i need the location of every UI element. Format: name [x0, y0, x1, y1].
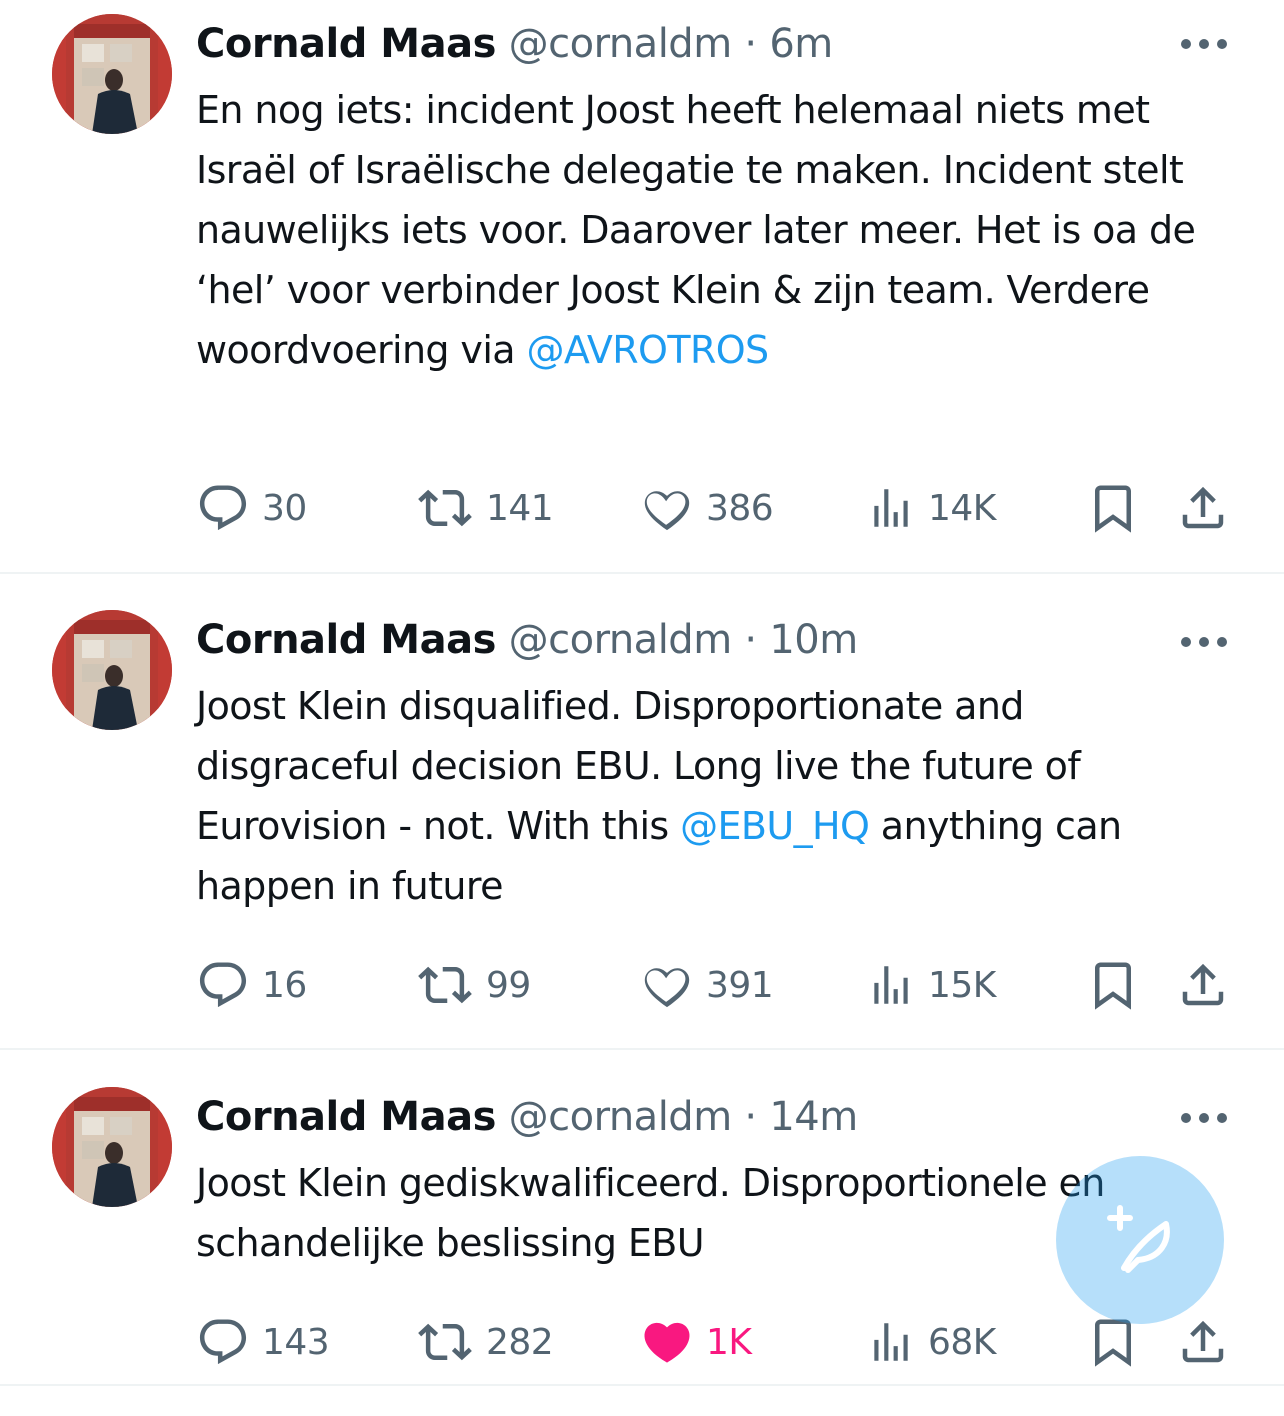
tweet-text: En nog iets: incident Joost heeft helema…: [196, 80, 1236, 380]
compose-post-icon: [1107, 1205, 1170, 1273]
separator: ·: [744, 617, 757, 663]
repost-button[interactable]: 99: [416, 955, 531, 1015]
mention-link[interactable]: @AVROTROS: [526, 328, 769, 372]
more-horizontal-icon[interactable]: [1176, 34, 1232, 54]
like-count: 386: [706, 487, 774, 529]
views-icon: [874, 1323, 908, 1361]
text-segment: Joost Klein gediskwalificeerd. Dispropor…: [196, 1161, 1105, 1265]
views-count: 68K: [928, 1321, 996, 1363]
heart-icon: [644, 968, 690, 1008]
author-name[interactable]: Cornald Maas: [196, 1094, 496, 1140]
bookmark-icon[interactable]: [1086, 955, 1140, 1015]
repost-icon: [418, 966, 472, 1004]
repost-count: 99: [486, 964, 531, 1006]
author-handle[interactable]: @cornaldm: [509, 21, 733, 67]
repost-icon: [418, 1323, 472, 1361]
timestamp[interactable]: 6m: [769, 21, 833, 67]
views-icon: [874, 966, 908, 1004]
author-handle[interactable]: @cornaldm: [509, 1094, 733, 1140]
repost-button[interactable]: 282: [416, 1312, 554, 1372]
tweet-header: Cornald Maas @cornaldm · 14m: [196, 1089, 858, 1145]
more-horizontal-icon[interactable]: [1176, 1108, 1232, 1128]
tweet-text: Joost Klein disqualified. Disproportiona…: [196, 676, 1236, 916]
reply-count: 30: [262, 487, 307, 529]
divider: [0, 572, 1284, 574]
author-handle[interactable]: @cornaldm: [509, 617, 733, 663]
tweet-actions: 30 141 386 14K: [0, 478, 1284, 538]
tweet-header: Cornald Maas @cornaldm · 6m: [196, 16, 833, 72]
share-icon[interactable]: [1176, 955, 1230, 1015]
more-horizontal-icon[interactable]: [1176, 632, 1232, 652]
compose-post-button[interactable]: [1056, 1156, 1224, 1324]
views-count: 15K: [928, 964, 996, 1006]
like-count: 391: [706, 964, 774, 1006]
separator: ·: [744, 21, 757, 67]
heart-icon: [644, 491, 690, 531]
like-count: 1K: [706, 1321, 752, 1363]
reply-button[interactable]: 143: [196, 1312, 330, 1372]
views-button[interactable]: 14K: [866, 478, 996, 538]
reply-icon: [199, 962, 247, 1008]
tweet-actions: 16 99 391 15K: [0, 955, 1284, 1015]
reply-count: 143: [262, 1321, 330, 1363]
bookmark-icon[interactable]: [1086, 478, 1140, 538]
author-name[interactable]: Cornald Maas: [196, 21, 496, 67]
separator: ·: [744, 1094, 757, 1140]
like-button[interactable]: 391: [640, 955, 774, 1015]
reply-icon: [199, 1319, 247, 1365]
author-name[interactable]: Cornald Maas: [196, 617, 496, 663]
reply-button[interactable]: 16: [196, 955, 307, 1015]
avatar[interactable]: [52, 14, 172, 134]
avatar[interactable]: [52, 610, 172, 730]
mention-link[interactable]: @EBU_HQ: [680, 804, 870, 848]
avatar[interactable]: [52, 1087, 172, 1207]
repost-count: 282: [486, 1321, 554, 1363]
views-icon: [874, 489, 908, 527]
views-button[interactable]: 68K: [866, 1312, 996, 1372]
repost-count: 141: [486, 487, 554, 529]
reply-count: 16: [262, 964, 307, 1006]
reply-button[interactable]: 30: [196, 478, 307, 538]
repost-button[interactable]: 141: [416, 478, 554, 538]
timestamp[interactable]: 10m: [769, 617, 858, 663]
divider: [0, 1384, 1284, 1386]
reply-icon: [199, 485, 247, 531]
like-button[interactable]: 386: [640, 478, 774, 538]
share-icon[interactable]: [1176, 478, 1230, 538]
timestamp[interactable]: 14m: [769, 1094, 858, 1140]
heart-icon: [644, 1322, 690, 1363]
share-icon[interactable]: [1176, 1312, 1230, 1372]
views-count: 14K: [928, 487, 996, 529]
tweet-header: Cornald Maas @cornaldm · 10m: [196, 612, 858, 668]
divider: [0, 1048, 1284, 1050]
tweet-actions: 143 282 1K 68K: [0, 1312, 1284, 1372]
like-button[interactable]: 1K: [640, 1312, 752, 1372]
views-button[interactable]: 15K: [866, 955, 996, 1015]
repost-icon: [418, 489, 472, 527]
